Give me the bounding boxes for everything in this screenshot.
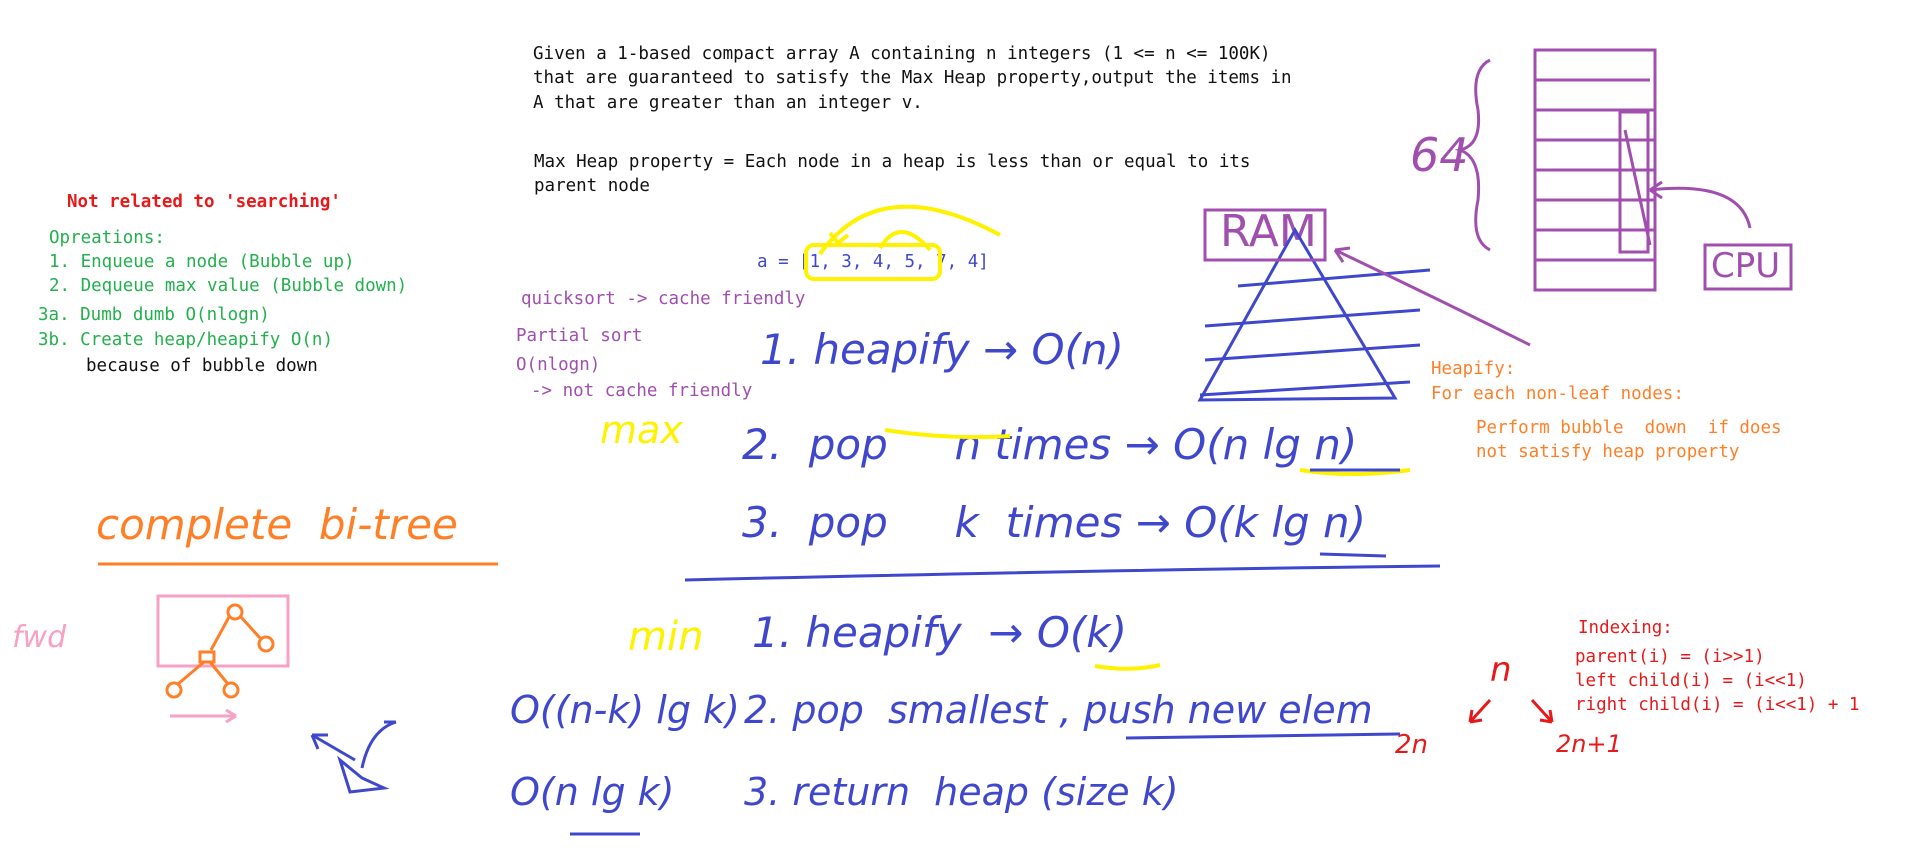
ram-pyramid — [1197, 226, 1431, 402]
index-arrows — [1468, 698, 1554, 724]
array-yellow-highlight — [804, 204, 1411, 671]
cpu-memory-sketch — [1203, 48, 1793, 347]
heap-arrows-sketch — [310, 720, 397, 794]
ink-strokes — [98, 48, 1793, 836]
blue-lines — [570, 468, 1441, 836]
complete-binary-tree-sketch — [98, 562, 498, 724]
